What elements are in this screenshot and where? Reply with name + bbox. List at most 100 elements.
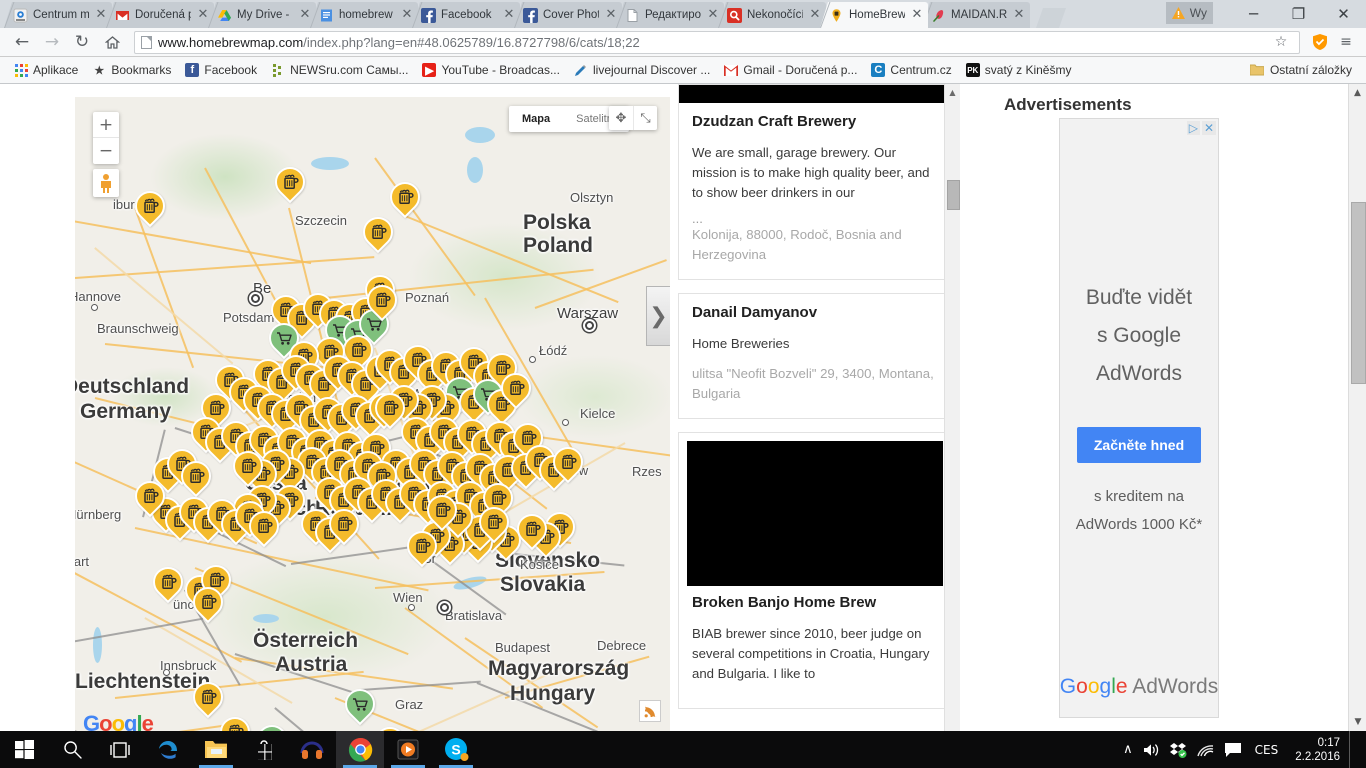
new-tab-button[interactable] — [1036, 8, 1066, 28]
edge-button[interactable] — [144, 731, 192, 768]
bookmark-item-bookmarks[interactable]: ★ Bookmarks — [86, 61, 177, 79]
map-marker-brewery[interactable] — [174, 454, 218, 500]
back-button[interactable]: ← — [8, 28, 36, 56]
map-zoom-control[interactable]: + − — [93, 112, 119, 164]
browser-tab-4[interactable]: Facebook ✕ — [412, 2, 520, 28]
clock[interactable]: 0:17 2.2.2016 — [1291, 736, 1340, 764]
map-marker-brewery[interactable] — [146, 560, 190, 606]
adwords-ad[interactable]: ▷ ✕ Buďte vidět s Google AdWords Začněte… — [1059, 118, 1219, 718]
browser-tab-8-active[interactable]: HomeBrew ✕ — [820, 2, 928, 28]
language-indicator[interactable]: CES — [1251, 743, 1283, 757]
page-scroll-up-arrow[interactable]: ▲ — [1349, 84, 1366, 102]
tab-close-icon[interactable]: ✕ — [1012, 8, 1026, 22]
bookmark-star-icon[interactable]: ☆ — [1269, 30, 1293, 54]
bookmark-item-facebook[interactable]: f Facebook — [179, 61, 263, 79]
browser-tab-3[interactable]: homebrew ✕ — [310, 2, 418, 28]
page-scrollbar-thumb[interactable] — [1351, 202, 1366, 384]
page-scrollbar[interactable]: ▲ ▼ — [1348, 84, 1366, 731]
browser-tab-0[interactable]: Centrum m ✕ — [4, 2, 112, 28]
browser-tab-9[interactable]: MAIDAN.R ✕ — [922, 2, 1030, 28]
map-marker-brewery[interactable] — [400, 524, 444, 570]
dropbox-icon[interactable] — [1169, 742, 1187, 758]
task-view-button[interactable] — [96, 731, 144, 768]
bookmark-item-livejournal[interactable]: livejournal Discover ... — [568, 61, 716, 79]
map-marker-brewery[interactable] — [268, 160, 312, 206]
browser-tab-5[interactable]: Cover Phot ✕ — [514, 2, 622, 28]
scroll-up-arrow[interactable]: ▲ — [945, 84, 960, 100]
brewery-list-panel[interactable]: Dzudzan Craft Brewery We are small, gara… — [670, 84, 960, 731]
player-button[interactable] — [384, 731, 432, 768]
page-scroll-down-arrow[interactable]: ▼ — [1349, 713, 1366, 731]
bookmark-item-centrum[interactable]: C Centrum.cz — [865, 61, 957, 79]
volume-icon[interactable] — [1142, 742, 1160, 758]
ad-close-icon[interactable]: ✕ — [1201, 121, 1216, 135]
tab-close-icon[interactable]: ✕ — [502, 8, 516, 22]
map-marker-brewery[interactable] — [420, 488, 464, 534]
map-marker-brewery[interactable] — [494, 366, 538, 412]
tab-close-icon[interactable]: ✕ — [94, 8, 108, 22]
bookmark-item-gmail[interactable]: Gmail - Doručená p... — [718, 61, 863, 79]
skype-button[interactable]: S — [432, 731, 480, 768]
search-button[interactable] — [48, 731, 96, 768]
map-marker-brewery[interactable] — [128, 184, 172, 230]
ad-controls[interactable]: ▷ ✕ — [1186, 121, 1216, 135]
ad-info-icon[interactable]: ▷ — [1186, 121, 1200, 135]
file-explorer-button[interactable] — [192, 731, 240, 768]
map-marker-brewery[interactable] — [356, 210, 400, 256]
close-window-button[interactable]: ✕ — [1321, 0, 1366, 28]
tab-close-icon[interactable]: ✕ — [400, 8, 414, 22]
listing-title[interactable]: Dzudzan Craft Brewery — [692, 113, 938, 130]
tab-close-icon[interactable]: ✕ — [196, 8, 210, 22]
rss-icon[interactable] — [639, 700, 661, 722]
maximize-button[interactable]: ❐ — [1276, 0, 1321, 28]
avast-shield-icon[interactable] — [1308, 30, 1332, 54]
show-desktop-button[interactable] — [1349, 731, 1356, 768]
tab-close-icon[interactable]: ✕ — [910, 8, 924, 22]
minimize-button[interactable]: ─ — [1231, 0, 1276, 28]
scrollbar-thumb[interactable] — [947, 180, 960, 210]
list-item[interactable]: Dzudzan Craft Brewery We are small, gara… — [678, 84, 952, 280]
map-marker-brewery[interactable] — [546, 440, 590, 486]
map-marker-shop[interactable] — [338, 682, 382, 728]
street-view-pegman-icon[interactable] — [93, 169, 119, 197]
browser-tab-7[interactable]: Nekonočící ✕ — [718, 2, 826, 28]
other-bookmarks-button[interactable]: Ostatní záložky — [1244, 61, 1358, 79]
zoom-out-button[interactable]: − — [93, 138, 119, 164]
map-corner-controls[interactable]: ✥ ⤡ — [609, 106, 657, 130]
browser-tab-1[interactable]: Doručená p ✕ — [106, 2, 214, 28]
bookmark-item-youtube[interactable]: ▶ YouTube - Broadcas... — [416, 61, 566, 79]
start-button[interactable] — [0, 731, 48, 768]
action-center-icon[interactable] — [1224, 742, 1242, 758]
map-marker-brewery[interactable] — [472, 500, 516, 546]
chrome-menu-icon[interactable]: ≡ — [1334, 30, 1358, 54]
map-marker-brewery[interactable] — [510, 507, 554, 553]
map-marker-brewery[interactable] — [186, 580, 230, 626]
zoom-in-button[interactable]: + — [93, 112, 119, 138]
map-marker-brewery[interactable] — [213, 710, 257, 731]
address-bar[interactable]: www.homebrewmap.com/index.php?lang=en#48… — [134, 30, 1300, 54]
map-type-mapa[interactable]: Mapa — [509, 106, 563, 132]
panel-toggle-button[interactable]: ❯ — [646, 286, 670, 346]
browser-tab-2[interactable]: My Drive - ✕ — [208, 2, 316, 28]
browser-tab-6[interactable]: Редактиро ✕ — [616, 2, 724, 28]
tab-close-icon[interactable]: ✕ — [604, 8, 618, 22]
map-marker-brewery[interactable] — [360, 278, 404, 324]
forward-button[interactable]: → — [38, 28, 66, 56]
bookmark-item-apps[interactable]: Aplikace — [8, 61, 84, 79]
reload-button[interactable]: ↻ — [68, 28, 96, 56]
listing-title[interactable]: Danail Damyanov — [692, 304, 938, 321]
extension-warning-badge[interactable]: Wy — [1165, 2, 1213, 24]
ad-cta-button[interactable]: Začněte hned — [1076, 427, 1202, 463]
bookmark-item-svaty[interactable]: PK svatý z Kiněšmy — [960, 61, 1078, 79]
map-marker-brewery[interactable] — [128, 474, 172, 520]
fullscreen-icon[interactable]: ⤡ — [633, 106, 657, 130]
listing-scrollbar[interactable]: ▲ — [944, 84, 960, 731]
map-marker-brewery[interactable] — [186, 675, 230, 721]
map-marker-brewery[interactable] — [242, 504, 286, 550]
tab-close-icon[interactable]: ✕ — [706, 8, 720, 22]
tray-chevron-icon[interactable]: ∧ — [1123, 742, 1133, 757]
wifi-icon[interactable] — [1196, 742, 1215, 758]
home-button[interactable] — [98, 28, 126, 56]
recenter-icon[interactable]: ✥ — [609, 106, 633, 130]
bookmark-item-newsru[interactable]: NEWSru.com Самы... — [265, 61, 414, 79]
